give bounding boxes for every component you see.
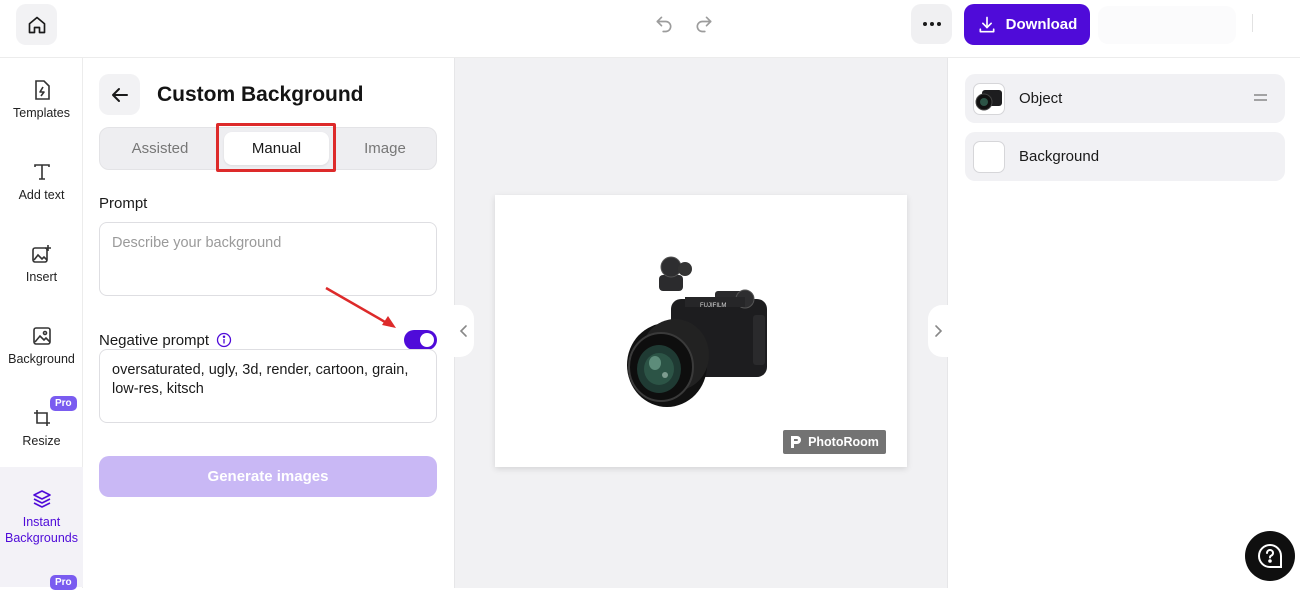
rail-item-label-line2: Backgrounds	[5, 531, 78, 545]
generate-images-button[interactable]: Generate images	[99, 456, 437, 497]
drag-handle-icon[interactable]	[1254, 93, 1267, 102]
toggle-knob	[420, 333, 434, 347]
left-toolbar: Templates Add text Insert Background Res…	[0, 58, 83, 590]
camera-image[interactable]: FUJIFILM	[615, 255, 775, 415]
photoroom-watermark: PhotoRoom	[783, 430, 886, 454]
crop-icon	[30, 406, 54, 430]
rail-item-label: Add text	[18, 188, 65, 202]
rail-item-add-text[interactable]: Add text	[0, 160, 83, 202]
highlight-box	[216, 123, 336, 172]
collapse-right-button[interactable]	[928, 305, 948, 357]
download-button[interactable]: Download	[964, 4, 1090, 45]
account-area[interactable]	[1098, 6, 1236, 44]
chevron-left-icon	[459, 325, 467, 337]
camera-thumbnail-icon	[975, 89, 1002, 110]
rail-item-insert[interactable]: Insert	[0, 242, 83, 284]
rail-item-label: Resize	[22, 434, 61, 448]
redo-icon	[696, 16, 712, 33]
negative-prompt-label: Negative prompt	[99, 332, 210, 349]
layers-icon	[30, 487, 54, 511]
undo-icon	[656, 16, 672, 33]
rail-item-templates[interactable]: Templates	[0, 78, 83, 120]
layer-label: Object	[1019, 90, 1063, 107]
rail-item-label-line1: Instant	[22, 515, 61, 529]
layer-label: Background	[1019, 148, 1100, 165]
back-button[interactable]	[99, 74, 140, 115]
more-options-button[interactable]	[911, 4, 952, 44]
layer-object[interactable]: Object	[965, 74, 1285, 123]
chevron-right-icon	[935, 325, 943, 337]
text-icon	[30, 160, 54, 184]
layer-thumbnail	[973, 140, 1005, 173]
rail-item-resize[interactable]: Resize	[0, 406, 83, 448]
tab-image[interactable]: Image	[332, 128, 438, 169]
background-icon	[30, 324, 54, 348]
arrow-left-icon	[111, 87, 128, 102]
pro-badge: Pro	[50, 396, 77, 411]
home-icon	[28, 16, 45, 33]
layer-thumbnail	[973, 82, 1005, 115]
negative-prompt-input[interactable]: oversaturated, ugly, 3d, render, cartoon…	[99, 349, 437, 423]
divider	[1252, 14, 1253, 32]
insert-image-icon	[30, 242, 54, 266]
photoroom-logo-icon	[791, 436, 802, 448]
collapse-left-button[interactable]	[454, 305, 474, 357]
artboard[interactable]: FUJIFILM PhotoRoom	[495, 195, 907, 467]
redo-button[interactable]	[692, 12, 716, 36]
svg-text:FUJIFILM: FUJIFILM	[700, 303, 726, 309]
panel-title: Custom Background	[157, 83, 364, 106]
help-chat-icon	[1258, 543, 1282, 568]
tab-assisted[interactable]: Assisted	[100, 128, 220, 169]
top-bar: Download	[0, 0, 1300, 58]
layer-background[interactable]: Background	[965, 132, 1285, 181]
prompt-label: Prompt	[99, 195, 148, 212]
rail-item-background[interactable]: Background	[0, 324, 83, 366]
layers-panel: Object Background	[949, 58, 1300, 588]
help-button[interactable]	[1245, 531, 1295, 581]
templates-icon	[30, 78, 54, 102]
home-button[interactable]	[16, 4, 57, 45]
download-icon	[979, 16, 995, 32]
rail-item-label: Insert	[25, 270, 58, 284]
more-icon	[922, 22, 941, 26]
watermark-text: PhotoRoom	[808, 435, 879, 449]
undo-button[interactable]	[652, 12, 676, 36]
annotation-arrow-icon	[325, 286, 396, 328]
rail-item-label: Templates	[13, 106, 70, 120]
download-label: Download	[1005, 16, 1078, 33]
rail-item-label: Background	[8, 352, 75, 366]
negative-prompt-toggle[interactable]	[404, 330, 437, 350]
rail-item-instant-backgrounds[interactable]: Instant Backgrounds	[0, 467, 83, 587]
info-icon[interactable]	[216, 332, 232, 348]
